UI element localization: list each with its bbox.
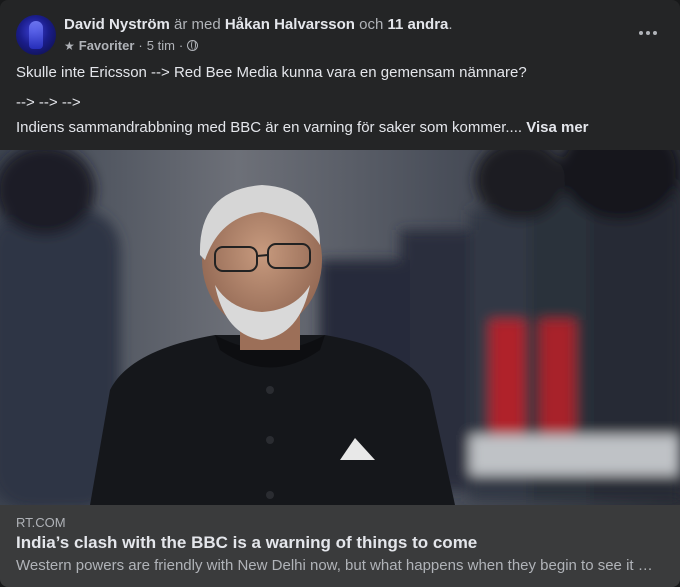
post-text-line-1: Skulle inte Ericsson --> Red Bee Media k… [16,64,527,81]
meta-dot: · [138,38,143,53]
post-text-line-3: Indiens sammandrabbning med BBC är en va… [16,118,664,138]
audience-label[interactable]: Favoriter [79,38,135,53]
link-preview-image[interactable] [0,150,680,505]
link-description: Western powers are friendly with New Del… [16,557,653,574]
others-link[interactable]: 11 andra [388,16,449,33]
post-text-line-2: --> --> --> [16,94,81,111]
globe-icon [187,40,199,51]
link-domain: RT.COM [16,515,66,530]
with-text: är med [174,16,221,33]
post-time[interactable]: 5 tim [147,38,175,53]
and-text: och [359,16,384,33]
end-punct: . [448,16,453,33]
meta-dot-2: · [178,38,184,53]
news-photo [0,150,680,505]
post-text-excerpt: Indiens sammandrabbning med BBC är en va… [16,119,523,136]
star-icon: ★ [64,38,75,53]
avatar-figure [29,21,43,49]
link-preview[interactable]: RT.COM India’s clash with the BBC is a w… [0,505,680,587]
post-header: David Nyström är med Håkan Halvarsson oc… [16,15,664,57]
post-card: David Nyström är med Håkan Halvarsson oc… [0,0,680,587]
link-headline[interactable]: India’s clash with the BBC is a warning … [16,533,477,553]
more-options-icon [639,31,643,35]
tagged-name[interactable]: Håkan Halvarsson [225,16,355,33]
author-avatar[interactable] [16,15,56,55]
author-line: David Nyström är med Håkan Halvarsson oc… [64,16,453,33]
more-options-button[interactable] [632,21,664,45]
see-more-link[interactable]: Visa mer [526,119,588,136]
post-meta: ★ Favoriter · 5 tim · [64,38,199,53]
author-name[interactable]: David Nyström [64,16,170,33]
